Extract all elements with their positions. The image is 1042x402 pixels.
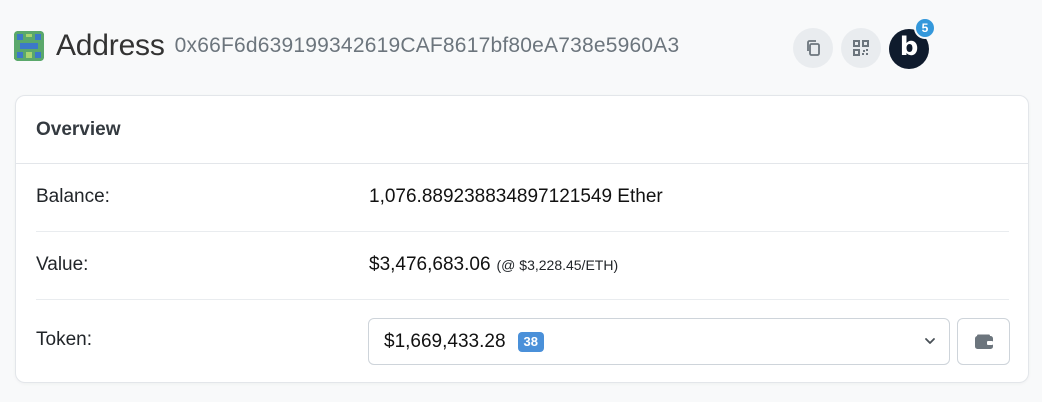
chevron-down-icon [925, 338, 935, 344]
overview-card: Overview Balance: 1,076.8892388348971215… [15, 95, 1029, 383]
page-header: Address 0x66F6d639199342619CAF8617bf80eA… [14, 22, 679, 70]
qr-code-icon [853, 40, 869, 56]
page-title: Address [56, 29, 165, 62]
token-holdings-dropdown[interactable]: $1,669,433.28 38 [368, 318, 950, 365]
balance-row: Balance: 1,076.889238834897121549 Ether [36, 163, 1009, 232]
balance-value: 1,076.889238834897121549 Ether [369, 186, 663, 207]
qr-code-button[interactable] [841, 28, 881, 68]
overview-title: Overview [16, 96, 1028, 164]
token-wallet-button[interactable] [957, 318, 1010, 365]
address-identicon [14, 31, 44, 61]
address-hash[interactable]: 0x66F6d639199342619CAF8617bf80eA738e5960… [175, 34, 680, 58]
token-value: $1,669,433.28 [384, 330, 506, 352]
eth-rate: (@ $3,228.45/ETH) [496, 257, 619, 273]
value-label: Value: [36, 254, 89, 275]
blockscan-icon: b [899, 32, 919, 62]
notification-badge: 5 [914, 17, 936, 39]
value-row: Value: $3,476,683.06 (@ $3,228.45/ETH) [36, 231, 1009, 300]
wallet-icon [974, 334, 993, 349]
balance-label: Balance: [36, 186, 110, 207]
value-amount: $3,476,683.06 [369, 254, 491, 275]
token-count-badge: 38 [517, 331, 544, 352]
token-label: Token: [36, 329, 92, 350]
copy-address-button[interactable] [793, 28, 833, 68]
copy-icon [807, 40, 820, 56]
